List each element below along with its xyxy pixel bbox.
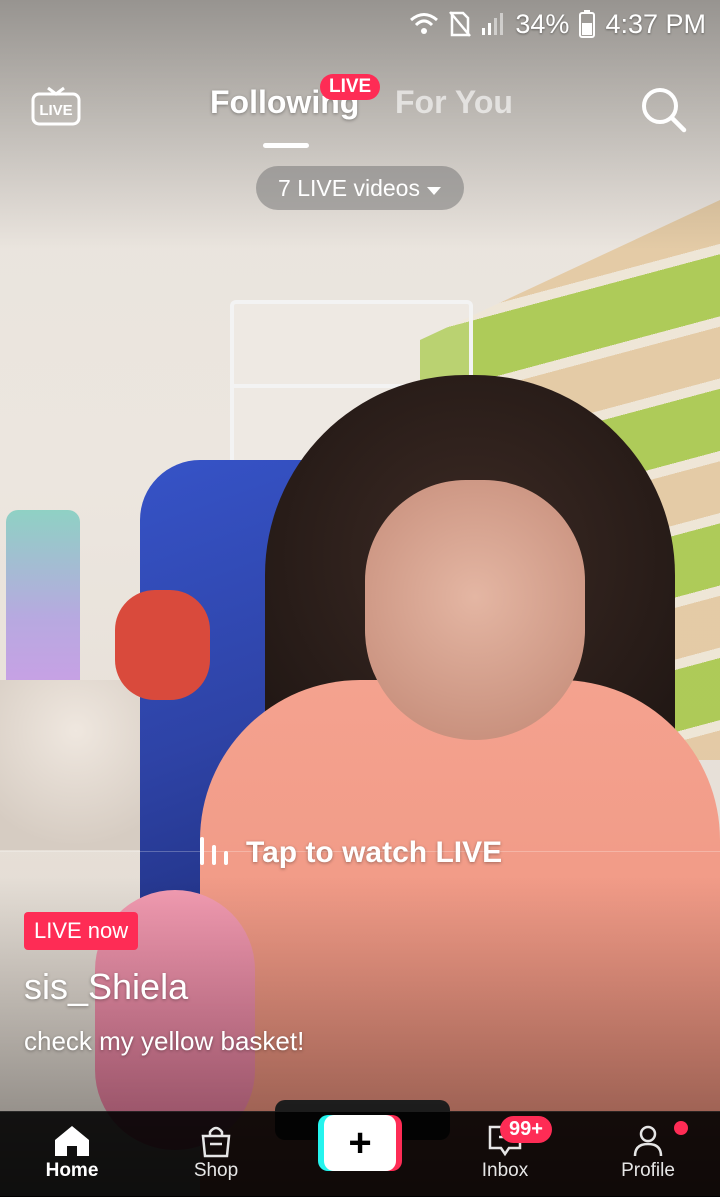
shop-bag-icon bbox=[166, 1120, 266, 1158]
caret-down-icon bbox=[426, 175, 442, 202]
nav-profile-label: Profile bbox=[621, 1160, 675, 1181]
active-tab-indicator bbox=[263, 143, 309, 148]
nav-shop-label: Shop bbox=[193, 1160, 239, 1181]
battery-icon bbox=[579, 10, 596, 38]
live-bars-icon bbox=[198, 833, 232, 872]
water-bottle bbox=[6, 510, 80, 690]
live-videos-label: 7 LIVE videos bbox=[278, 174, 420, 201]
clock: 4:37 PM bbox=[605, 8, 706, 39]
battery-percent: 34% bbox=[515, 8, 570, 39]
no-sim-icon bbox=[449, 11, 472, 37]
search-icon[interactable] bbox=[640, 86, 688, 134]
status-bar: 34% 4:37 PM bbox=[409, 6, 706, 42]
live-now-badge: LIVE now bbox=[24, 912, 139, 950]
wifi-icon bbox=[409, 12, 439, 36]
live-videos-dropdown[interactable]: 7 LIVE videos bbox=[256, 166, 464, 210]
streamer-username[interactable]: sis_Shiela bbox=[24, 966, 188, 1008]
tap-to-watch-live[interactable]: Tap to watch LIVE bbox=[198, 833, 502, 872]
following-live-badge: LIVE bbox=[320, 74, 381, 100]
tab-for-you[interactable]: For You bbox=[395, 84, 513, 121]
nav-home[interactable]: Home bbox=[22, 1120, 122, 1182]
nav-shop[interactable]: Shop bbox=[166, 1120, 266, 1182]
profile-notification-dot bbox=[674, 1121, 688, 1135]
streamer-face bbox=[365, 480, 585, 740]
chair-cushion bbox=[115, 590, 210, 700]
plus-icon: + bbox=[324, 1115, 396, 1171]
nav-inbox-label: Inbox bbox=[481, 1160, 529, 1181]
nav-home-label: Home bbox=[45, 1160, 99, 1181]
tap-to-watch-label: Tap to watch LIVE bbox=[246, 835, 503, 869]
signal-icon bbox=[481, 12, 505, 36]
create-button[interactable]: + bbox=[318, 1115, 402, 1171]
stream-caption: check my yellow basket! bbox=[24, 1026, 305, 1056]
inbox-badge: 99+ bbox=[500, 1116, 552, 1143]
home-icon bbox=[22, 1120, 122, 1158]
